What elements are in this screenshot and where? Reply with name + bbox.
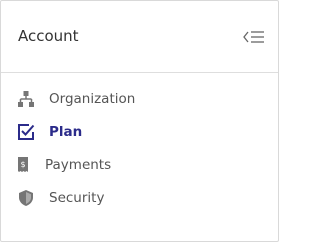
nav-item-payments[interactable]: $ Payments: [1, 149, 278, 182]
panel-header: Account: [1, 1, 278, 73]
nav-item-plan-label: Plan: [49, 124, 83, 140]
nav-item-security[interactable]: Security: [1, 182, 278, 215]
org-chart-icon: [17, 90, 35, 108]
nav-item-security-label: Security: [49, 190, 105, 206]
nav-item-payments-label: Payments: [45, 157, 112, 173]
shield-icon: [18, 189, 36, 207]
nav-item-organization[interactable]: Organization: [1, 83, 278, 116]
checkbox-icon: [17, 123, 35, 141]
panel-title: Account: [18, 27, 79, 45]
receipt-icon: $: [15, 156, 33, 174]
nav-item-organization-label: Organization: [49, 91, 136, 107]
nav-item-plan[interactable]: Plan: [1, 116, 278, 149]
svg-text:$: $: [20, 160, 25, 169]
account-panel: Account Organization Plan $ Payments Sec…: [0, 0, 279, 242]
collapse-menu-icon[interactable]: [243, 29, 265, 45]
